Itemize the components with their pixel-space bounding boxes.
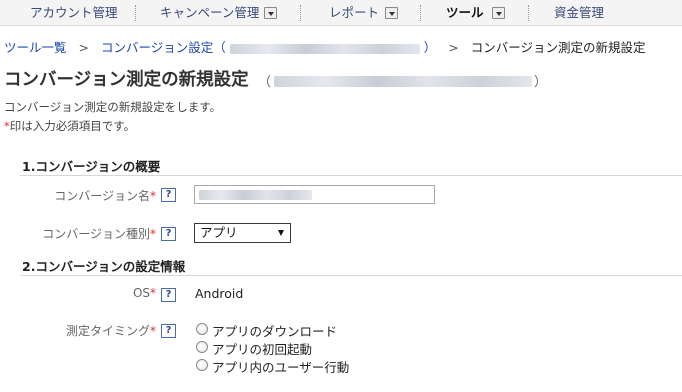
nav-fund-management[interactable]: 資金管理: [554, 0, 604, 26]
timing-option-label: アプリ内のユーザー行動: [212, 360, 350, 375]
nav-separator: [528, 5, 529, 21]
os-label: OS*: [133, 286, 156, 300]
nav-tool[interactable]: ツール: [446, 0, 484, 26]
timing-option-label: アプリのダウンロード: [212, 324, 338, 339]
nav-campaign-management[interactable]: キャンペーン管理: [160, 0, 259, 26]
nav-separator: [420, 5, 421, 21]
required-note-text: 印は入力必須項目です。: [9, 119, 136, 133]
conversion-name-label-text: コンバージョン名: [54, 189, 150, 203]
section-divider: [20, 175, 682, 176]
required-mark: *: [150, 189, 156, 203]
report-dropdown-icon[interactable]: [385, 7, 398, 19]
radio-button[interactable]: [196, 341, 208, 353]
measurement-timing-label: 測定タイミング*: [66, 322, 156, 339]
tool-dropdown-icon[interactable]: [492, 7, 505, 19]
conversion-type-label-text: コンバージョン種別: [42, 227, 150, 241]
breadcrumb: ツール一覧 > コンバージョン設定（ ） > コンバージョン測定の新規設定: [4, 37, 645, 56]
help-icon[interactable]: ?: [161, 188, 176, 202]
help-icon[interactable]: ?: [161, 288, 176, 302]
measurement-timing-label-text: 測定タイミング: [65, 324, 150, 338]
nav-separator: [300, 5, 301, 21]
breadcrumb-conversion-settings-label: コンバージョン設定（: [100, 40, 226, 55]
radio-button[interactable]: [196, 359, 208, 371]
breadcrumb-paren-close: ）: [423, 40, 437, 55]
page-description: コンバージョン測定の新規設定をします。: [4, 100, 222, 114]
os-label-text: OS: [132, 286, 150, 300]
nav-account-management[interactable]: アカウント管理: [30, 0, 118, 26]
help-icon[interactable]: ?: [161, 227, 176, 241]
conversion-type-selected-value: アプリ: [200, 225, 238, 240]
os-value: Android: [195, 286, 244, 301]
section-overview-title: 1.コンバージョンの概要: [22, 159, 161, 174]
conversion-type-label: コンバージョン種別*: [42, 225, 156, 242]
redacted-text: [199, 190, 312, 200]
required-mark: *: [150, 324, 156, 338]
page-title: コンバージョン測定の新規設定: [4, 70, 249, 90]
breadcrumb-current: コンバージョン測定の新規設定: [470, 40, 646, 55]
conversion-name-input[interactable]: [194, 185, 435, 204]
conversion-name-label: コンバージョン名*: [54, 187, 156, 204]
required-mark: *: [150, 227, 156, 241]
campaign-dropdown-icon[interactable]: [264, 7, 277, 19]
section-settings-title: 2.コンバージョンの設定情報: [22, 259, 186, 274]
redacted-text: [274, 76, 532, 87]
title-paren-open: （: [258, 75, 272, 90]
dropdown-arrow-icon: [278, 230, 284, 236]
section-divider: [20, 275, 682, 276]
required-mark: *: [150, 286, 156, 300]
nav-report[interactable]: レポート: [329, 0, 379, 26]
breadcrumb-conversion-settings[interactable]: コンバージョン設定（ ）: [101, 40, 436, 55]
timing-option-label: アプリの初回起動: [212, 342, 313, 357]
required-note: *印は入力必須項目です。: [4, 118, 135, 134]
conversion-type-select[interactable]: アプリ: [194, 223, 291, 243]
top-navigation: アカウント管理 キャンペーン管理 レポート ツール 資金管理: [0, 0, 682, 26]
help-icon[interactable]: ?: [161, 324, 176, 338]
nav-separator: [135, 5, 136, 21]
breadcrumb-separator: >: [448, 40, 459, 55]
breadcrumb-tool-list[interactable]: ツール一覧: [4, 40, 67, 55]
redacted-text: [229, 43, 420, 54]
title-paren-close: ）: [534, 75, 548, 90]
radio-button[interactable]: [196, 323, 208, 335]
breadcrumb-separator: >: [78, 40, 89, 55]
